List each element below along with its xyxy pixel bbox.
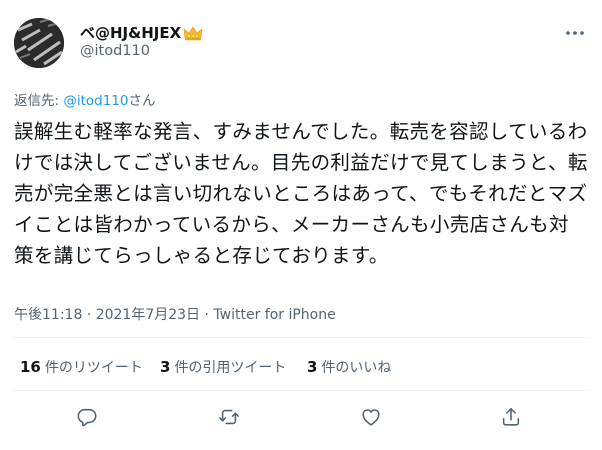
like-button[interactable]: [354, 400, 388, 434]
author-display-name[interactable]: ベ@HJ&HJEX: [80, 22, 203, 43]
avatar[interactable]: [14, 18, 64, 68]
divider: [14, 390, 588, 391]
retweet-icon: [219, 409, 239, 425]
retweets-count: 16: [20, 358, 41, 376]
quotes-count: 3: [160, 358, 171, 376]
retweets-label: 件のリツイート: [44, 360, 143, 376]
share-icon: [502, 407, 520, 426]
replying-to-prefix: 返信先:: [14, 93, 64, 109]
tweet-timestamp[interactable]: 午後11:18 · 2021年7月23日 · Twitter for iPhon…: [14, 304, 336, 324]
likes-label: 件のいいね: [321, 360, 392, 376]
likes-count: 3: [307, 358, 318, 376]
retweet-button[interactable]: [212, 400, 246, 434]
reply-button[interactable]: [70, 400, 104, 434]
more-icon[interactable]: [562, 24, 588, 36]
author-name-text: ベ@HJ&HJEX: [80, 24, 182, 42]
reply-icon: [77, 408, 97, 427]
avatar-image: [14, 18, 64, 68]
likes-stat[interactable]: 3 件のいいね: [307, 357, 391, 377]
action-bar: [0, 400, 602, 434]
tweet-text: 誤解生む軽率な発言、すみませんでした。転売を容認しているわけでは決してございませ…: [14, 120, 588, 267]
share-button[interactable]: [494, 400, 528, 434]
quotes-stat[interactable]: 3 件の引用ツイート: [160, 357, 286, 377]
replying-to-suffix: さん: [128, 93, 156, 109]
divider: [14, 337, 588, 338]
crown-icon: [183, 25, 203, 41]
like-icon: [362, 409, 380, 426]
replying-to-mention[interactable]: @itod110: [63, 93, 128, 109]
tweet-detail: ベ@HJ&HJEX @itod110 返信先: @itod110さん 誤解生む軽…: [0, 0, 602, 450]
author-handle[interactable]: @itod110: [80, 43, 150, 59]
retweets-stat[interactable]: 16 件のリツイート: [20, 357, 143, 377]
quotes-label: 件の引用ツイート: [174, 360, 287, 376]
replying-to: 返信先: @itod110さん: [14, 89, 155, 109]
